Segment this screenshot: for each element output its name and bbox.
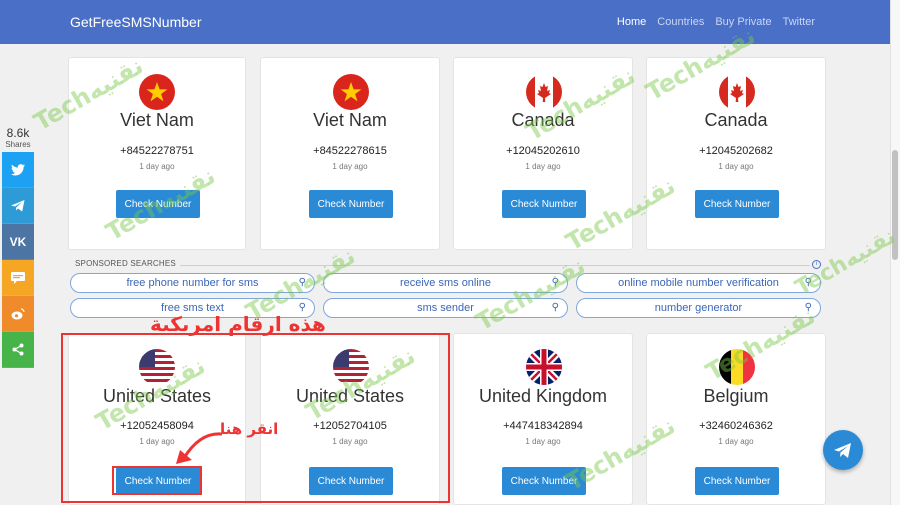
- time-ago: 1 day ago: [718, 437, 754, 446]
- sponsored-search-link[interactable]: sms sender ⚲: [323, 298, 568, 318]
- uk-flag-icon: [526, 349, 562, 385]
- nav-countries[interactable]: Countries: [657, 16, 704, 28]
- time-ago: 1 day ago: [332, 162, 368, 171]
- sms-icon: [11, 271, 25, 284]
- check-number-button[interactable]: Check Number: [502, 467, 586, 495]
- top-navbar: GetFreeSMSNumber Home Countries Buy Priv…: [0, 0, 890, 44]
- nav-links: Home Countries Buy Private Twitter: [617, 16, 815, 28]
- time-ago: 1 day ago: [525, 162, 561, 171]
- phone-number: +12045202682: [699, 145, 773, 157]
- search-icon: ⚲: [551, 277, 559, 288]
- country-name: Viet Nam: [313, 110, 387, 130]
- nav-home[interactable]: Home: [617, 16, 646, 28]
- time-ago: 1 day ago: [139, 162, 175, 171]
- time-ago: 1 day ago: [525, 437, 561, 446]
- country-name: Belgium: [703, 386, 769, 406]
- sms-share-button[interactable]: [2, 260, 34, 296]
- nav-twitter[interactable]: Twitter: [783, 16, 815, 28]
- country-name: United Kingdom: [478, 386, 608, 406]
- vk-icon: VK: [9, 234, 27, 249]
- sponsored-search-link[interactable]: free phone number for sms ⚲: [70, 273, 315, 293]
- site-brand[interactable]: GetFreeSMSNumber: [70, 14, 201, 30]
- telegram-share-button[interactable]: [2, 188, 34, 224]
- telegram-float-button[interactable]: [823, 430, 863, 470]
- check-number-button[interactable]: Check Number: [502, 190, 586, 218]
- check-number-button[interactable]: Check Number: [695, 467, 779, 495]
- share-icon: [12, 343, 24, 356]
- country-name: Canada: [511, 110, 575, 130]
- sponsored-title: SPONSORED SEARCHES: [75, 259, 176, 268]
- share-count: 8.6k: [6, 126, 30, 140]
- number-card: United Kingdom +447418342894 1 day ago C…: [453, 333, 633, 505]
- sponsored-search-link[interactable]: receive sms online ⚲: [323, 273, 568, 293]
- search-link-label: sms sender: [417, 302, 474, 314]
- phone-number: +84522278751: [120, 145, 194, 157]
- check-number-button[interactable]: Check Number: [116, 190, 200, 218]
- telegram-icon: [11, 199, 25, 211]
- search-link-label: online mobile number verification: [618, 277, 779, 289]
- search-link-label: free phone number for sms: [126, 277, 259, 289]
- country-name: Viet Nam: [120, 110, 194, 130]
- annotation-american-numbers: هذه ارقام امريكية: [150, 312, 326, 336]
- phone-number: +447418342894: [503, 420, 583, 432]
- divider: [180, 265, 810, 266]
- country-name: Canada: [704, 110, 768, 130]
- search-icon: ⚲: [551, 302, 559, 313]
- annotation-arrow-icon: [176, 432, 223, 464]
- phone-number: +12045202610: [506, 145, 580, 157]
- belgium-flag-icon: [719, 349, 755, 385]
- phone-number: +84522278615: [313, 145, 387, 157]
- info-icon[interactable]: i: [812, 260, 821, 269]
- number-card: Canada +12045202682 1 day ago Check Numb…: [646, 57, 826, 250]
- check-number-button[interactable]: Check Number: [309, 190, 393, 218]
- twitter-icon: [11, 163, 25, 175]
- vietnam-flag-icon: [333, 74, 369, 110]
- button-highlight-frame: [112, 466, 202, 495]
- number-card: Canada +12045202610 1 day ago Check Numb…: [453, 57, 633, 250]
- sponsored-search-link[interactable]: online mobile number verification ⚲: [576, 273, 821, 293]
- scrollbar-thumb[interactable]: [892, 150, 898, 260]
- canada-flag-icon: [719, 74, 755, 110]
- number-card: Belgium +32460246362 1 day ago Check Num…: [646, 333, 826, 505]
- twitter-share-button[interactable]: [2, 152, 34, 188]
- check-number-button[interactable]: Check Number: [695, 190, 779, 218]
- number-card: Viet Nam +84522278615 1 day ago Check Nu…: [260, 57, 440, 250]
- number-card: Viet Nam +84522278751 1 day ago Check Nu…: [68, 57, 246, 250]
- weibo-icon: [11, 307, 25, 319]
- time-ago: 1 day ago: [718, 162, 754, 171]
- search-icon: ⚲: [804, 302, 812, 313]
- vietnam-flag-icon: [139, 74, 175, 110]
- search-link-label: number generator: [654, 302, 743, 314]
- canada-flag-icon: [526, 74, 562, 110]
- weibo-share-button[interactable]: [2, 296, 34, 332]
- share-more-button[interactable]: [2, 332, 34, 368]
- share-sidebar: 8.6k Shares VK: [2, 126, 34, 368]
- sponsored-search-link[interactable]: number generator ⚲: [576, 298, 821, 318]
- share-label: Shares: [5, 140, 31, 149]
- phone-number: +32460246362: [699, 420, 773, 432]
- search-icon: ⚲: [804, 277, 812, 288]
- telegram-icon: [834, 443, 851, 458]
- search-link-label: receive sms online: [399, 277, 492, 289]
- vk-share-button[interactable]: VK: [2, 224, 34, 260]
- nav-buy-private[interactable]: Buy Private: [715, 16, 771, 28]
- search-icon: ⚲: [298, 277, 306, 288]
